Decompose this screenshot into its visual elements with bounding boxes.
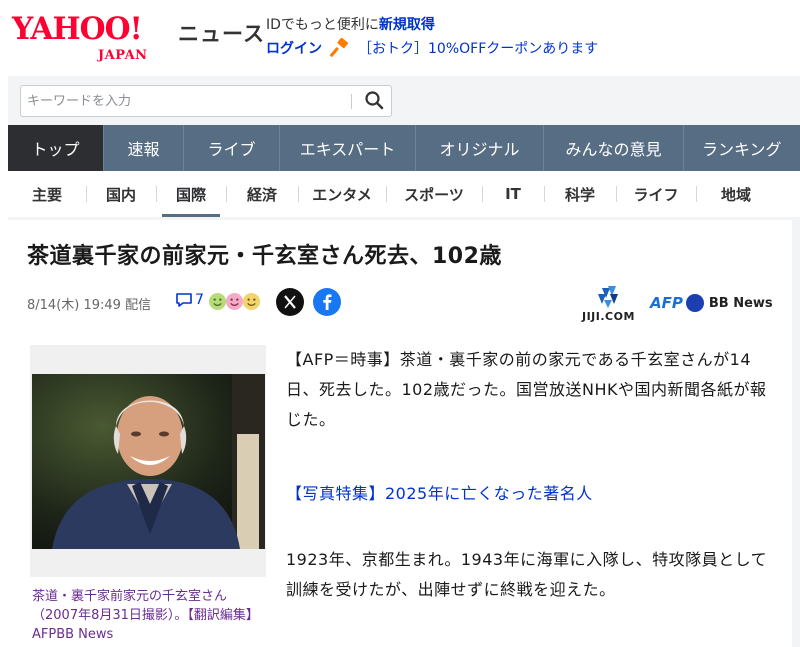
search-icon <box>365 91 384 110</box>
site-header: YAHOO! JAPAN ニュース IDでもっと便利に新規取得 ログイン ［おト… <box>0 0 800 82</box>
login-link[interactable]: ログイン <box>266 38 322 58</box>
id-promo: IDでもっと便利に新規取得 <box>266 14 435 34</box>
portrait-photo-icon <box>32 374 265 549</box>
search-button[interactable] <box>359 88 389 115</box>
search-divider <box>351 94 352 109</box>
share-x-button[interactable] <box>276 288 304 316</box>
article-headline: 茶道裏千家の前家元・千玄室さん死去、102歳 <box>27 244 502 269</box>
bb-news-text: BB News <box>708 295 773 311</box>
register-link[interactable]: 新規取得 <box>379 17 435 33</box>
afp-logo-text: AFP <box>650 294 683 312</box>
facebook-logo-icon <box>323 294 332 310</box>
yahoo-japan-logo[interactable]: YAHOO! JAPAN <box>12 11 172 63</box>
category-world[interactable]: 国際 <box>156 171 226 217</box>
reaction-smile-yellow-icon[interactable] <box>242 292 261 311</box>
category-local[interactable]: 地域 <box>696 171 776 217</box>
share-facebook-button[interactable] <box>313 288 341 316</box>
nav-opinions[interactable]: みんなの意見 <box>544 125 684 171</box>
afpbb-logo: AFP BB News <box>650 294 773 312</box>
category-life[interactable]: ライフ <box>616 171 696 217</box>
comment-count: 7 <box>195 292 204 308</box>
auction-hammer-icon <box>330 38 348 57</box>
id-promo-text: IDでもっと便利に <box>266 17 379 33</box>
nav-top[interactable]: トップ <box>8 125 104 171</box>
category-domestic[interactable]: 国内 <box>86 171 156 217</box>
category-economy[interactable]: 経済 <box>226 171 298 217</box>
category-sports[interactable]: スポーツ <box>386 171 482 217</box>
article-photo[interactable] <box>32 374 265 549</box>
primary-nav: トップ 速報 ライブ エキスパート オリジナル みんなの意見 ランキング <box>8 125 800 171</box>
nav-breaking[interactable]: 速報 <box>104 125 184 171</box>
category-entertainment[interactable]: エンタメ <box>298 171 386 217</box>
login-promo: ログイン ［おトク］10%OFFクーポンあります <box>266 38 598 58</box>
logo-sub-text: JAPAN <box>98 48 148 63</box>
x-logo-icon <box>284 295 296 309</box>
category-main[interactable]: 主要 <box>8 171 86 217</box>
related-photo-link[interactable]: 【写真特集】2025年に亡くなった著名人 <box>286 479 776 509</box>
nav-ranking[interactable]: ランキング <box>684 125 800 171</box>
comment-icon <box>176 293 192 307</box>
logo-main-text: YAHOO! <box>12 11 143 47</box>
article-paragraph-3: 1923年、京都生まれ。1943年に海軍に入隊し、特攻隊員として訓練を受けたが、… <box>286 550 768 599</box>
category-nav: 主要 国内 国際 経済 エンタメ スポーツ IT 科学 ライフ 地域 <box>8 171 800 217</box>
nav-expert[interactable]: エキスパート <box>280 125 416 171</box>
nav-live[interactable]: ライブ <box>184 125 280 171</box>
category-science[interactable]: 科学 <box>544 171 616 217</box>
nav-original[interactable]: オリジナル <box>416 125 544 171</box>
photo-caption: 茶道・裏千家前家元の千玄室さん（2007年8月31日撮影）。【翻訳編集】 AFP… <box>32 589 259 642</box>
search-input[interactable] <box>27 86 347 116</box>
search-box <box>20 85 392 117</box>
service-name[interactable]: ニュース <box>178 18 265 48</box>
afp-dot-icon <box>685 294 704 312</box>
article-paragraph-1: 【AFP＝時事】茶道・裏千家の前の家元である千玄室さんが14日、死去した。102… <box>286 350 767 429</box>
category-it[interactable]: IT <box>482 171 544 217</box>
coupon-link[interactable]: ［おトク］10%OFFクーポンあります <box>358 38 598 58</box>
article-meta: 8/14(木) 19:49 配信 <box>27 298 152 313</box>
comment-link[interactable]: 7 <box>175 292 204 308</box>
jiji-logo-text: JIJI.COM <box>582 310 635 323</box>
